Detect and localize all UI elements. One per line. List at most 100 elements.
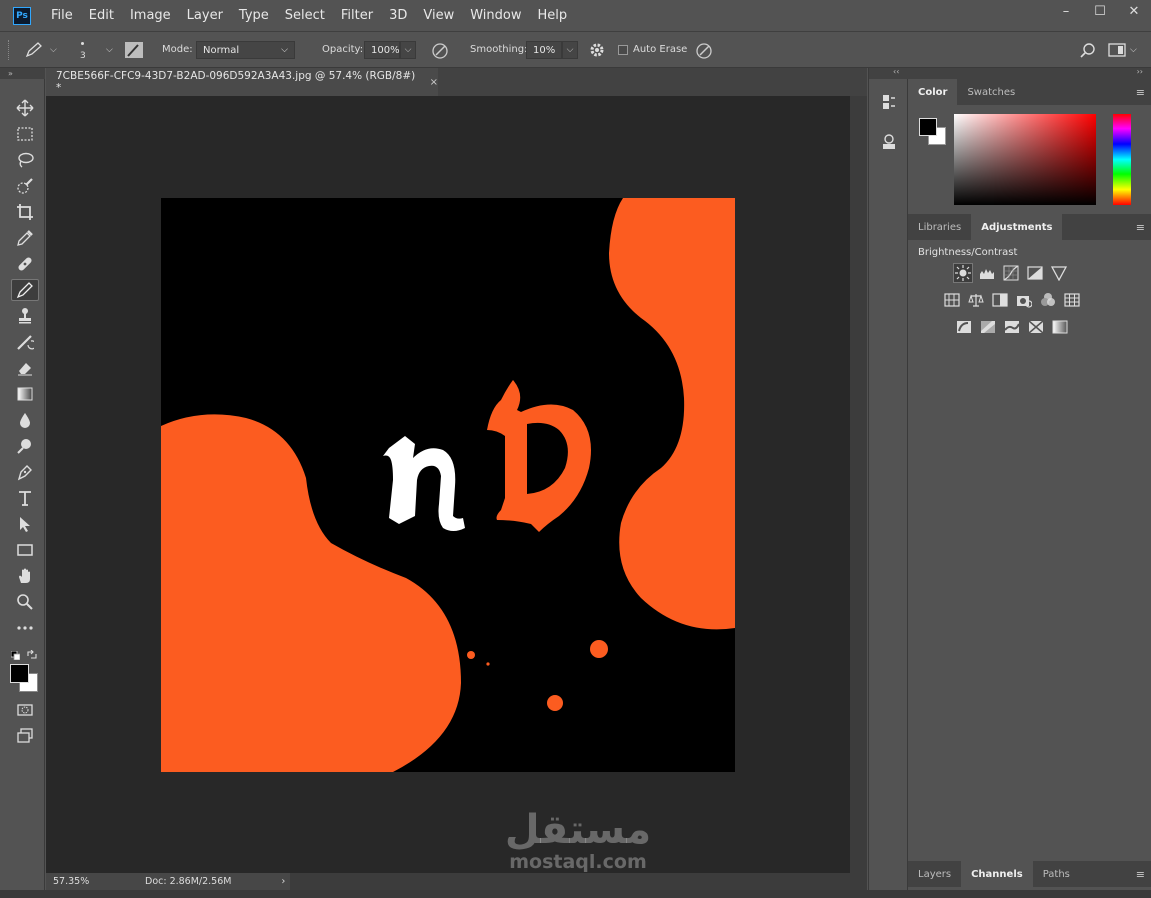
document-canvas[interactable] <box>161 198 735 772</box>
gradient-map-button[interactable] <box>1050 317 1070 337</box>
healing-brush-tool[interactable] <box>11 253 39 275</box>
panel-menu-icon[interactable]: ≡ <box>1136 868 1145 881</box>
zoom-tool[interactable] <box>11 591 39 613</box>
close-window-button[interactable]: ✕ <box>1117 0 1151 22</box>
menu-window[interactable]: Window <box>470 8 521 23</box>
smoothing-input[interactable]: 10% <box>526 41 562 59</box>
panels-collapse-button[interactable]: ›› <box>1137 67 1143 76</box>
hue-slider[interactable] <box>1113 114 1131 205</box>
panel-menu-icon[interactable]: ≡ <box>1136 86 1145 99</box>
status-menu-arrow[interactable]: › <box>281 876 285 887</box>
tab-layers[interactable]: Layers <box>908 861 961 887</box>
menu-image[interactable]: Image <box>130 8 171 23</box>
menu-select[interactable]: Select <box>285 8 325 23</box>
hand-tool[interactable] <box>11 565 39 587</box>
close-document-button[interactable]: × <box>430 77 438 88</box>
tab-adjustments[interactable]: Adjustments <box>971 214 1063 240</box>
marquee-tool[interactable] <box>11 123 39 145</box>
eraser-tool[interactable] <box>11 357 39 379</box>
path-selection-tool[interactable] <box>11 513 39 535</box>
zoom-level[interactable]: 57.35% <box>53 876 133 887</box>
options-bar: ⌵ 3 ⌵ Mode: Normal ⌵ Opacity: 100% ⌵ Smo… <box>0 31 1151 68</box>
document-title: 7CBE566F-CFC9-43D7-B2AD-096D592A3A43.jpg… <box>56 70 416 94</box>
dock-collapse-button[interactable]: ‹‹ <box>893 67 899 76</box>
color-balance-button[interactable] <box>966 290 986 310</box>
color-lookup-button[interactable] <box>1062 290 1082 310</box>
rectangle-tool[interactable] <box>11 539 39 561</box>
clone-stamp-tool[interactable] <box>11 305 39 327</box>
crop-tool[interactable] <box>11 201 39 223</box>
opacity-dropdown[interactable]: ⌵ <box>400 41 416 59</box>
quick-mask-button[interactable] <box>11 699 39 721</box>
menu-type[interactable]: Type <box>239 8 269 23</box>
curves-button[interactable] <box>1001 263 1021 283</box>
minimize-button[interactable]: – <box>1049 0 1083 22</box>
maximize-button[interactable]: ☐ <box>1083 0 1117 22</box>
type-tool[interactable] <box>11 487 39 509</box>
workspace-switcher[interactable]: ⌵ <box>1108 42 1137 58</box>
pressure-opacity-button[interactable] <box>430 41 450 61</box>
menu-view[interactable]: View <box>423 8 454 23</box>
tab-swatches[interactable]: Swatches <box>957 79 1025 105</box>
menu-help[interactable]: Help <box>538 8 568 23</box>
auto-erase-checkbox[interactable]: Auto Erase <box>618 44 687 55</box>
search-button[interactable] <box>1080 42 1096 58</box>
threshold-button[interactable] <box>1002 317 1022 337</box>
menu-3d[interactable]: 3D <box>389 8 407 23</box>
tools-collapse-button[interactable]: » <box>0 68 45 79</box>
tab-paths[interactable]: Paths <box>1033 861 1080 887</box>
hue-saturation-button[interactable] <box>942 290 962 310</box>
default-colors-button[interactable] <box>10 645 21 661</box>
brush-panel-toggle[interactable] <box>124 41 144 59</box>
dodge-tool[interactable] <box>11 435 39 457</box>
selective-color-button[interactable] <box>1026 317 1046 337</box>
blur-tool[interactable] <box>11 409 39 431</box>
panel-menu-icon[interactable]: ≡ <box>1136 221 1145 234</box>
quick-selection-tool[interactable] <box>11 175 39 197</box>
orange-dot <box>547 695 563 711</box>
opacity-input[interactable]: 100% <box>364 41 400 59</box>
menu-layer[interactable]: Layer <box>187 8 223 23</box>
horizontal-scrollbar[interactable] <box>290 873 867 890</box>
chevron-down-icon[interactable]: ⌵ <box>106 45 113 55</box>
pressure-size-button[interactable] <box>694 41 714 61</box>
tool-preset-picker[interactable]: ⌵ <box>24 41 57 59</box>
posterize-button[interactable] <box>978 317 998 337</box>
tab-color[interactable]: Color <box>908 79 958 105</box>
black-white-button[interactable] <box>990 290 1010 310</box>
edit-toolbar-button[interactable] <box>11 617 39 639</box>
document-tab[interactable]: 7CBE566F-CFC9-43D7-B2AD-096D592A3A43.jpg… <box>46 68 438 96</box>
gradient-tool[interactable] <box>11 383 39 405</box>
brush-dot-icon <box>81 42 85 45</box>
history-panel-button[interactable] <box>877 90 901 114</box>
menu-filter[interactable]: Filter <box>341 8 373 23</box>
levels-button[interactable] <box>977 263 997 283</box>
smoothing-dropdown[interactable]: ⌵ <box>562 41 578 59</box>
vibrance-button[interactable] <box>1049 263 1069 283</box>
smoothing-settings-button[interactable] <box>588 41 606 59</box>
tab-libraries[interactable]: Libraries <box>908 214 971 240</box>
screen-mode-button[interactable] <box>11 725 39 747</box>
pen-tool[interactable] <box>11 461 39 483</box>
mode-select[interactable]: Normal ⌵ <box>196 41 295 59</box>
foreground-color-swatch[interactable] <box>10 664 29 683</box>
color-field[interactable] <box>954 114 1096 205</box>
photo-filter-button[interactable] <box>1014 290 1034 310</box>
tab-channels[interactable]: Channels <box>961 861 1033 887</box>
eyedropper-tool[interactable] <box>11 227 39 249</box>
lasso-tool[interactable] <box>11 149 39 171</box>
move-tool[interactable] <box>11 97 39 119</box>
menu-file[interactable]: File <box>51 8 73 23</box>
menu-edit[interactable]: Edit <box>89 8 114 23</box>
history-brush-tool[interactable] <box>11 331 39 353</box>
invert-button[interactable] <box>954 317 974 337</box>
brightness-contrast-button[interactable] <box>953 263 973 283</box>
swap-colors-button[interactable] <box>27 645 37 659</box>
pencil-tool[interactable] <box>11 279 39 301</box>
color-foreground-swatch[interactable] <box>919 118 937 136</box>
properties-panel-button[interactable] <box>877 130 901 154</box>
channel-mixer-button[interactable] <box>1038 290 1058 310</box>
vertical-scrollbar[interactable] <box>850 96 867 873</box>
brush-size-picker[interactable]: 3 <box>80 38 86 61</box>
exposure-button[interactable] <box>1025 263 1045 283</box>
